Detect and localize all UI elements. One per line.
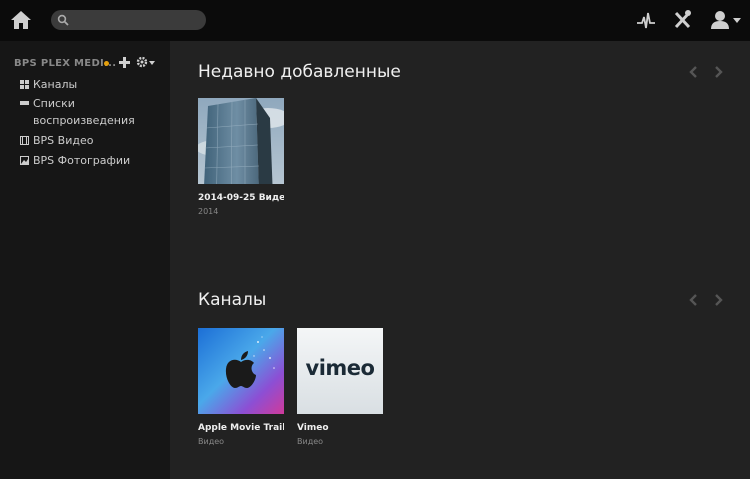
search-input[interactable] bbox=[51, 10, 206, 30]
recent-item-subtitle: 2014 bbox=[198, 207, 219, 216]
server-name[interactable]: BPS PLEX MEDI... bbox=[14, 58, 116, 69]
chevron-down-icon bbox=[733, 18, 741, 23]
channel-subtitle: Видео bbox=[297, 437, 324, 446]
apple-icon bbox=[225, 359, 256, 388]
sidebar-item-label: Списки воспроизведения bbox=[33, 97, 135, 127]
vimeo-logo: vimeo bbox=[305, 356, 375, 380]
film-icon bbox=[20, 136, 29, 145]
main-content: Недавно добавленные 2014-09-25 Виде 2014… bbox=[170, 41, 750, 479]
channel-thumbnail[interactable]: vimeo bbox=[297, 328, 383, 414]
chevron-left-icon bbox=[689, 66, 697, 78]
tools-icon[interactable] bbox=[673, 9, 693, 31]
gear-icon[interactable] bbox=[136, 56, 156, 68]
activity-icon[interactable] bbox=[636, 9, 656, 31]
recent-item-title[interactable]: 2014-09-25 Видео... bbox=[198, 193, 284, 203]
server-status-dot bbox=[104, 61, 109, 66]
sidebar-item-bps-video[interactable]: BPS Видео bbox=[20, 132, 93, 149]
recent-pager-arrows[interactable] bbox=[688, 65, 728, 79]
channels-section-title: Каналы bbox=[198, 290, 267, 310]
grid-icon bbox=[20, 80, 29, 89]
recent-section-title: Недавно добавленные bbox=[198, 62, 401, 82]
home-icon[interactable] bbox=[10, 9, 32, 31]
channel-thumbnail[interactable] bbox=[198, 328, 284, 414]
channel-title[interactable]: Apple Movie Trailers bbox=[198, 423, 284, 433]
user-icon[interactable] bbox=[710, 9, 742, 31]
add-icon[interactable] bbox=[119, 57, 130, 68]
chevron-right-icon bbox=[715, 66, 723, 78]
chevron-left-icon bbox=[689, 294, 697, 306]
sidebar-item-playlists[interactable]: Списки воспроизведения bbox=[20, 95, 140, 129]
sidebar: BPS PLEX MEDI... Каналы Списки воспроизв… bbox=[0, 41, 170, 479]
recent-item-card[interactable]: 2014-09-25 Видео... 2014 bbox=[198, 98, 284, 216]
photo-icon bbox=[20, 156, 29, 165]
chevron-right-icon bbox=[715, 294, 723, 306]
channels-pager-arrows[interactable] bbox=[688, 293, 728, 307]
sidebar-item-label: BPS Фотографии bbox=[33, 154, 131, 167]
sidebar-item-channels[interactable]: Каналы bbox=[20, 76, 77, 93]
sidebar-item-label: BPS Видео bbox=[33, 134, 94, 147]
list-icon bbox=[20, 101, 29, 105]
channel-card-vimeo[interactable]: vimeo Vimeo Видео bbox=[297, 328, 383, 446]
channel-card-apple-trailers[interactable]: Apple Movie Trailers Видео bbox=[198, 328, 284, 446]
top-bar bbox=[0, 0, 750, 41]
building-thumbnail-image bbox=[198, 98, 284, 184]
video-thumbnail[interactable] bbox=[198, 98, 284, 184]
sidebar-item-bps-photos[interactable]: BPS Фотографии bbox=[20, 152, 130, 169]
search-icon bbox=[57, 14, 69, 26]
channel-title[interactable]: Vimeo bbox=[297, 423, 383, 433]
channel-subtitle: Видео bbox=[198, 437, 225, 446]
apple-logo-thumbnail bbox=[198, 328, 284, 414]
